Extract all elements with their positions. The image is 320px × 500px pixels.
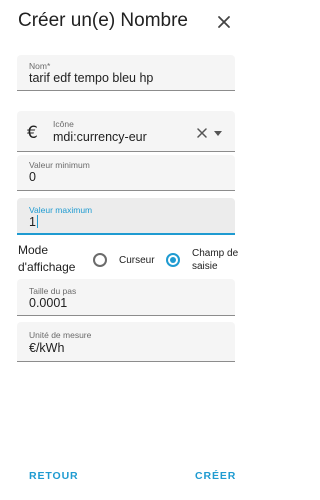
min-value-input: 0: [29, 170, 36, 184]
dialog-title: Créer un(e) Nombre: [18, 10, 188, 31]
radio-input-field[interactable]: [166, 253, 180, 267]
radio-slider-label[interactable]: Curseur: [119, 254, 155, 267]
radio-slider[interactable]: [93, 253, 107, 267]
display-mode-label: Mode d'affichage: [18, 243, 76, 274]
create-button[interactable]: CRÉER: [195, 470, 236, 482]
unit-input: €/kWh: [29, 341, 65, 355]
back-button[interactable]: RETOUR: [29, 470, 79, 482]
min-value-label: Valeur minimum: [29, 160, 90, 170]
chevron-down-icon[interactable]: [213, 128, 223, 138]
close-button[interactable]: [214, 12, 234, 32]
name-field-value: tarif edf tempo bleu hp: [29, 71, 154, 85]
max-value-label: Valeur maximum: [29, 205, 93, 215]
icon-picker-field[interactable]: € Icône mdi:currency-eur: [17, 111, 235, 152]
icon-field-value: mdi:currency-eur: [53, 130, 147, 144]
unit-field[interactable]: Unité de mesure €/kWh: [17, 322, 235, 362]
unit-label: Unité de mesure: [29, 330, 92, 340]
close-icon: [218, 16, 230, 28]
step-size-label: Taille du pas: [29, 286, 77, 296]
euro-icon: €: [27, 123, 38, 143]
name-field-label: Nom*: [29, 61, 51, 71]
icon-field-label: Icône: [53, 119, 74, 129]
text-cursor: [36, 215, 38, 228]
step-size-field[interactable]: Taille du pas 0.0001: [17, 279, 235, 316]
radio-input-field-label[interactable]: Champ de saisie: [192, 247, 242, 273]
clear-icon[interactable]: [195, 126, 209, 140]
max-value-field[interactable]: Valeur maximum 1: [17, 198, 235, 235]
min-value-field[interactable]: Valeur minimum 0: [17, 155, 235, 191]
max-value-input: 1: [29, 215, 38, 229]
step-size-input: 0.0001: [29, 296, 68, 310]
name-field[interactable]: Nom* tarif edf tempo bleu hp: [17, 55, 235, 91]
